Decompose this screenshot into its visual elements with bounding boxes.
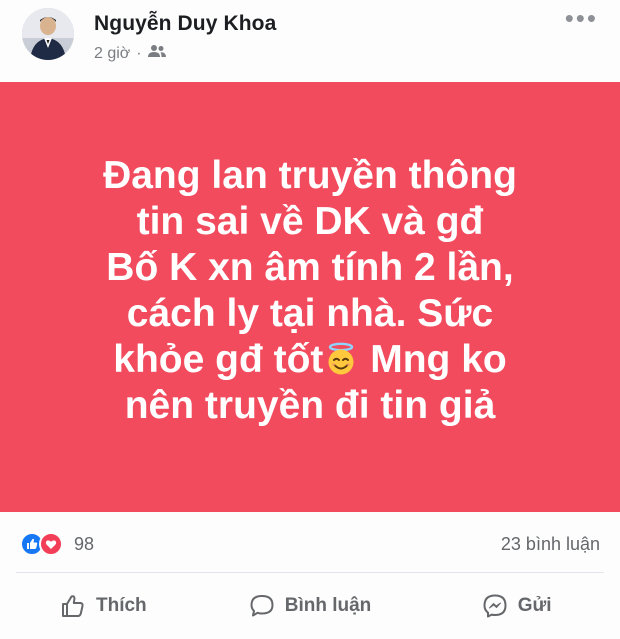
comment-button[interactable]: Bình luận (207, 576, 414, 636)
post-text-line: Đang lan truyền thông (103, 154, 517, 197)
send-button-label: Gửi (517, 595, 552, 616)
reaction-count[interactable]: 98 (74, 534, 94, 555)
smiling-face-with-halo-emoji (328, 342, 354, 375)
friends-icon[interactable] (147, 44, 166, 63)
comment-count[interactable]: 23 bình luận (501, 534, 600, 555)
action-bar: Thích Bình luận Gửi (0, 576, 620, 636)
post-text-line: cách ly tại nhà. Sức (126, 292, 494, 335)
avatar-image (22, 8, 74, 60)
avatar[interactable] (22, 8, 74, 60)
author-name[interactable]: Nguyễn Duy Khoa (94, 12, 276, 36)
reactions-bar: 98 23 bình luận (0, 522, 620, 566)
messenger-icon (483, 594, 507, 618)
post-text-card: Đang lan truyền thông tin sai về DK và g… (0, 82, 620, 512)
comment-button-label: Bình luận (284, 595, 372, 616)
reaction-icons[interactable] (20, 532, 63, 556)
post-header: Nguyễn Duy Khoa 2 giờ · ••• (0, 0, 620, 82)
thumbs-up-icon (62, 595, 84, 617)
send-button[interactable]: Gửi (413, 576, 620, 636)
more-options-icon[interactable]: ••• (565, 5, 598, 31)
divider (16, 572, 604, 573)
post-text-fragment: khỏe gđ tốt (113, 338, 324, 381)
like-button-label: Thích (96, 595, 147, 616)
post-meta: 2 giờ · (94, 44, 166, 63)
love-reaction-icon (39, 532, 63, 556)
post-time[interactable]: 2 giờ (94, 45, 130, 63)
meta-separator: · (136, 44, 142, 62)
post-text: Đang lan truyền thông tin sai về DK và g… (30, 153, 590, 429)
post-text-line: tin sai về DK và gđ (136, 200, 484, 243)
post-text-line: nên truyền đi tin giả (124, 384, 496, 427)
like-button[interactable]: Thích (0, 576, 207, 636)
comment-bubble-icon (250, 595, 274, 617)
post-text-line: Bố K xn âm tính 2 lần, (106, 246, 514, 289)
post-text-fragment: Mng ko (370, 338, 507, 381)
facebook-post: Nguyễn Duy Khoa 2 giờ · ••• Đang lan tru… (0, 0, 620, 639)
post-text-line-with-emoji: khỏe gđ tốt Mng ko (30, 337, 590, 383)
